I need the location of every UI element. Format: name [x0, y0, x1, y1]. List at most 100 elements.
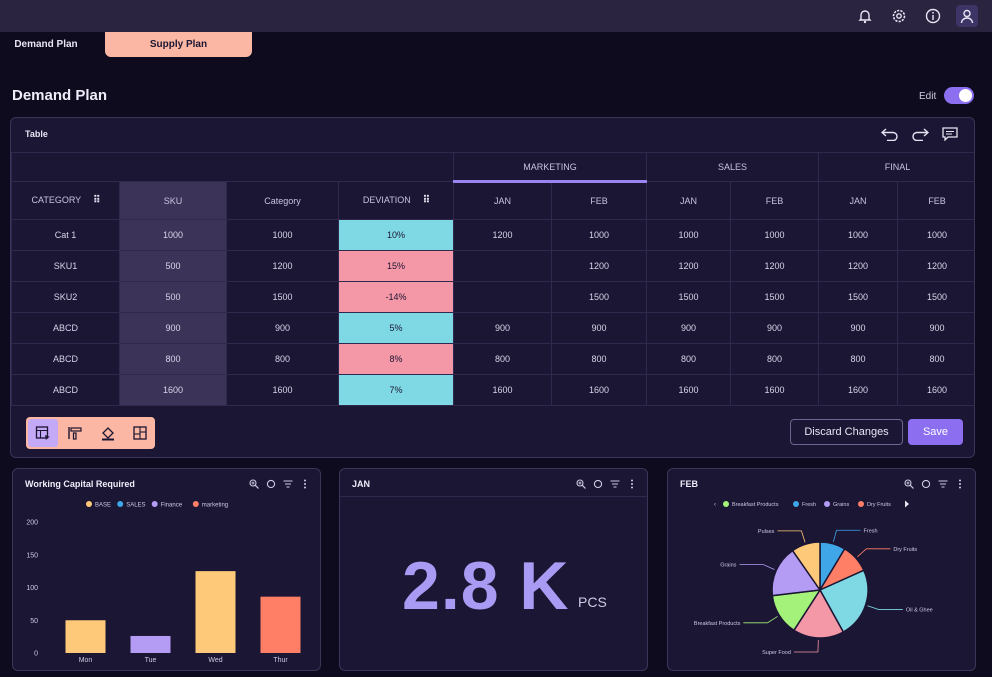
table-cell-sku[interactable]: 500: [119, 250, 227, 282]
column-header-marketing-feb[interactable]: FEB: [550, 181, 648, 220]
table-cell-sku[interactable]: 900: [119, 312, 227, 344]
table-cell-value[interactable]: ABCD: [11, 312, 120, 344]
table-cell-value[interactable]: 1000: [646, 219, 732, 251]
redo-icon[interactable]: [910, 125, 930, 143]
table-cell-value[interactable]: 1200: [897, 250, 974, 282]
save-button[interactable]: Save: [908, 419, 963, 445]
table-view-button[interactable]: [28, 419, 58, 447]
reset-icon[interactable]: [921, 478, 931, 490]
table-cell-value[interactable]: 1600: [226, 374, 339, 406]
column-header-final-jan[interactable]: JAN: [818, 181, 899, 220]
table-cell-value[interactable]: [453, 281, 552, 313]
reset-icon[interactable]: [593, 478, 603, 490]
table-cell-value[interactable]: SKU1: [11, 250, 120, 282]
table-cell-value[interactable]: ABCD: [11, 374, 120, 406]
table-cell-value[interactable]: 800: [897, 343, 974, 375]
edit-toggle[interactable]: [944, 87, 974, 104]
table-cell-value[interactable]: SKU2: [11, 281, 120, 313]
column-header-final-feb[interactable]: FEB: [897, 181, 974, 220]
table-cell-value[interactable]: ABCD: [11, 343, 120, 375]
table-cell-value[interactable]: 1500: [226, 281, 339, 313]
user-avatar-icon[interactable]: [956, 5, 978, 27]
column-header-sku[interactable]: SKU: [119, 181, 227, 220]
table-cell-value[interactable]: 1500: [818, 281, 899, 313]
filter-icon[interactable]: [610, 478, 620, 490]
table-cell-value[interactable]: 800: [226, 343, 339, 375]
align-icon-button[interactable]: [61, 419, 91, 447]
table-cell-value[interactable]: 900: [818, 312, 899, 344]
table-cell-value[interactable]: Cat 1: [11, 219, 120, 251]
table-cell-deviation[interactable]: 7%: [338, 374, 454, 406]
table-cell-value[interactable]: 800: [730, 343, 820, 375]
table-cell-value[interactable]: 800: [646, 343, 732, 375]
filter-icon[interactable]: [283, 478, 293, 490]
table-cell-value[interactable]: 800: [550, 343, 648, 375]
reset-icon[interactable]: [266, 478, 276, 490]
table-cell-value[interactable]: 1600: [897, 374, 974, 406]
table-cell-value[interactable]: 900: [453, 312, 552, 344]
table-cell-value[interactable]: 1500: [550, 281, 648, 313]
more-vertical-icon[interactable]: [955, 478, 965, 490]
column-header-sales-feb[interactable]: FEB: [730, 181, 820, 220]
more-vertical-icon[interactable]: [627, 478, 637, 490]
column-header-category[interactable]: CATEGORY ⠿: [11, 181, 120, 220]
bell-icon[interactable]: [854, 5, 876, 27]
table-cell-value[interactable]: 900: [226, 312, 339, 344]
gear-icon[interactable]: [888, 5, 910, 27]
table-cell-value[interactable]: 1600: [550, 374, 648, 406]
fill-color-icon-button[interactable]: [93, 419, 123, 447]
table-cell-deviation[interactable]: -14%: [338, 281, 454, 313]
table-cell-value[interactable]: 1500: [730, 281, 820, 313]
column-header-sales-jan[interactable]: JAN: [646, 181, 732, 220]
zoom-icon[interactable]: [249, 478, 259, 490]
layout-icon-button[interactable]: [126, 419, 156, 447]
table-cell-deviation[interactable]: 5%: [338, 312, 454, 344]
table-cell-deviation[interactable]: 10%: [338, 219, 454, 251]
drag-handle-icon[interactable]: ⠿: [423, 195, 430, 206]
table-cell-sku[interactable]: 1000: [119, 219, 227, 251]
zoom-icon[interactable]: [904, 478, 914, 490]
table-cell-value[interactable]: 1200: [550, 250, 648, 282]
table-cell-value[interactable]: 1200: [226, 250, 339, 282]
table-cell-value[interactable]: 1000: [818, 219, 899, 251]
info-icon[interactable]: [922, 5, 944, 27]
comment-icon[interactable]: [940, 125, 960, 143]
tab-supply-plan[interactable]: Supply Plan: [105, 32, 252, 57]
table-cell-value[interactable]: 1500: [646, 281, 732, 313]
discard-changes-button[interactable]: Discard Changes: [790, 419, 903, 445]
table-cell-value[interactable]: 1500: [897, 281, 974, 313]
table-cell-value[interactable]: 800: [818, 343, 899, 375]
table-cell-value[interactable]: 1600: [453, 374, 552, 406]
table-cell-value[interactable]: 1600: [646, 374, 732, 406]
table-cell-value[interactable]: 900: [550, 312, 648, 344]
table-cell-value[interactable]: 1000: [226, 219, 339, 251]
column-header-marketing-jan[interactable]: JAN: [453, 181, 552, 220]
table-cell-sku[interactable]: 1600: [119, 374, 227, 406]
table-cell-value[interactable]: 900: [730, 312, 820, 344]
table-cell-value[interactable]: 900: [897, 312, 974, 344]
table-cell-value[interactable]: 1600: [730, 374, 820, 406]
table-cell-value[interactable]: 1200: [646, 250, 732, 282]
table-cell-value[interactable]: 1200: [730, 250, 820, 282]
column-header-category-2[interactable]: Category: [226, 181, 339, 220]
table-cell-value[interactable]: 800: [453, 343, 552, 375]
filter-icon[interactable]: [938, 478, 948, 490]
zoom-icon[interactable]: [576, 478, 586, 490]
table-cell-value[interactable]: [453, 250, 552, 282]
table-cell-sku[interactable]: 500: [119, 281, 227, 313]
table-cell-sku[interactable]: 800: [119, 343, 227, 375]
column-header-deviation[interactable]: DEVIATION ⠿: [338, 181, 454, 220]
undo-icon[interactable]: [880, 125, 900, 143]
table-cell-value[interactable]: 1600: [818, 374, 899, 406]
table-cell-value[interactable]: 1000: [550, 219, 648, 251]
table-cell-deviation[interactable]: 15%: [338, 250, 454, 282]
table-cell-value[interactable]: 900: [646, 312, 732, 344]
tab-demand-plan[interactable]: Demand Plan: [10, 32, 82, 57]
table-cell-value[interactable]: 1000: [897, 219, 974, 251]
table-cell-value[interactable]: 1200: [818, 250, 899, 282]
more-vertical-icon[interactable]: [300, 478, 310, 490]
drag-handle-icon[interactable]: ⠿: [93, 195, 100, 206]
table-cell-value[interactable]: 1000: [730, 219, 820, 251]
table-cell-value[interactable]: 1200: [453, 219, 552, 251]
table-cell-deviation[interactable]: 8%: [338, 343, 454, 375]
